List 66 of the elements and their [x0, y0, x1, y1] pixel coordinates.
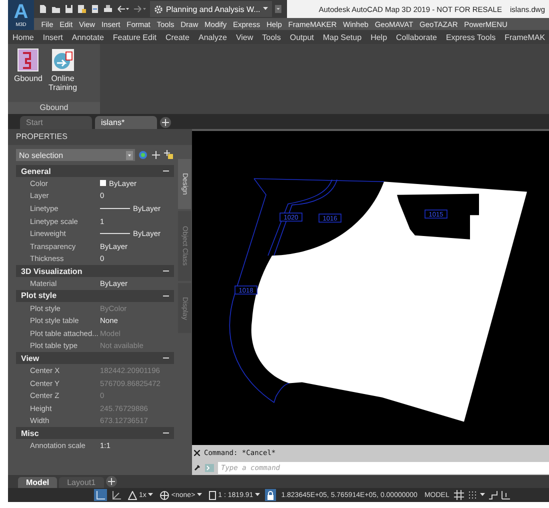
ribbon-tab[interactable]: Create: [160, 32, 194, 42]
snap-icon[interactable]: [467, 490, 478, 500]
print-icon[interactable]: [103, 4, 113, 14]
ribbon-tab[interactable]: Collaborate: [392, 32, 442, 42]
document-tab[interactable]: islans*: [95, 116, 157, 129]
caret-icon: [126, 150, 133, 160]
section-header[interactable]: Misc: [16, 427, 174, 440]
close-icon[interactable]: [194, 450, 200, 456]
pickadd-icon[interactable]: [164, 150, 174, 160]
panel-title: Gbound: [8, 102, 100, 114]
section-header[interactable]: Plot style: [16, 290, 174, 302]
ribbon-tab[interactable]: View: [231, 32, 258, 42]
ucs-button[interactable]: [110, 489, 123, 501]
ribbon-button[interactable]: Online Training: [48, 48, 78, 98]
ribbon-tab[interactable]: Tools: [258, 32, 286, 42]
new-tab-button[interactable]: [160, 117, 171, 128]
warning-icon: [128, 490, 137, 500]
open-folder-icon[interactable]: [51, 4, 61, 14]
ribbon-tab[interactable]: Insert: [38, 32, 68, 42]
customize-caret-icon[interactable]: [275, 4, 284, 14]
ribbon-button[interactable]: Gbound: [14, 48, 42, 98]
document-icon: [209, 490, 216, 500]
section-header[interactable]: 3D Visualization: [16, 265, 174, 278]
workspace-dropdown[interactable]: Planning and Analysis W...: [150, 1, 272, 17]
wrench-icon[interactable]: [194, 464, 201, 471]
angle-icon: [112, 490, 121, 500]
ribbon-tab[interactable]: Feature Edit: [108, 32, 161, 42]
ribbon-tab[interactable]: Output: [285, 32, 318, 42]
lock-icon: [267, 490, 274, 500]
model-space-button[interactable]: [94, 489, 107, 501]
select-objects-icon[interactable]: [151, 150, 161, 160]
palette-title: PROPERTIES: [8, 129, 192, 145]
publish-icon[interactable]: [90, 4, 100, 14]
section-header[interactable]: View: [16, 352, 174, 364]
ucs-icon: [96, 490, 105, 500]
ribbon-tab[interactable]: Home: [8, 32, 38, 42]
save-as-icon[interactable]: [77, 4, 87, 14]
ribbon-tab[interactable]: Express Tools: [441, 32, 500, 42]
selection-dropdown[interactable]: No selection: [16, 149, 135, 161]
caret-icon: [197, 493, 202, 497]
globe-icon: [50, 48, 75, 72]
ribbon-tab[interactable]: Analyze: [194, 32, 232, 42]
caret-icon: [263, 7, 268, 11]
plus-icon: [108, 478, 115, 485]
new-file-icon[interactable]: [38, 4, 48, 14]
plus-icon: [162, 119, 169, 126]
ribbon-tab[interactable]: Annotate: [67, 32, 108, 42]
section-header[interactable]: General: [16, 165, 174, 177]
quick-select-icon[interactable]: [138, 150, 148, 160]
polar-icon[interactable]: [501, 490, 512, 500]
ribbon-tab[interactable]: FrameMAK: [500, 32, 549, 42]
caret-icon: [480, 493, 486, 497]
caret-icon: [255, 493, 260, 497]
gear-icon: [154, 4, 163, 14]
new-layout-button[interactable]: [106, 476, 117, 487]
ribbon-tab[interactable]: Map Setup: [318, 32, 366, 42]
grid-icon[interactable]: [454, 490, 464, 500]
document-icon: [17, 48, 40, 72]
layout-tab[interactable]: Model: [18, 477, 58, 488]
ribbon-tab[interactable]: Help: [366, 32, 392, 42]
save-icon[interactable]: [64, 4, 74, 14]
undo-icon[interactable]: [116, 4, 130, 14]
ortho-icon[interactable]: [488, 490, 498, 500]
globe-icon: [160, 490, 170, 500]
lock-button[interactable]: [265, 489, 276, 501]
caret-icon: [148, 493, 154, 497]
